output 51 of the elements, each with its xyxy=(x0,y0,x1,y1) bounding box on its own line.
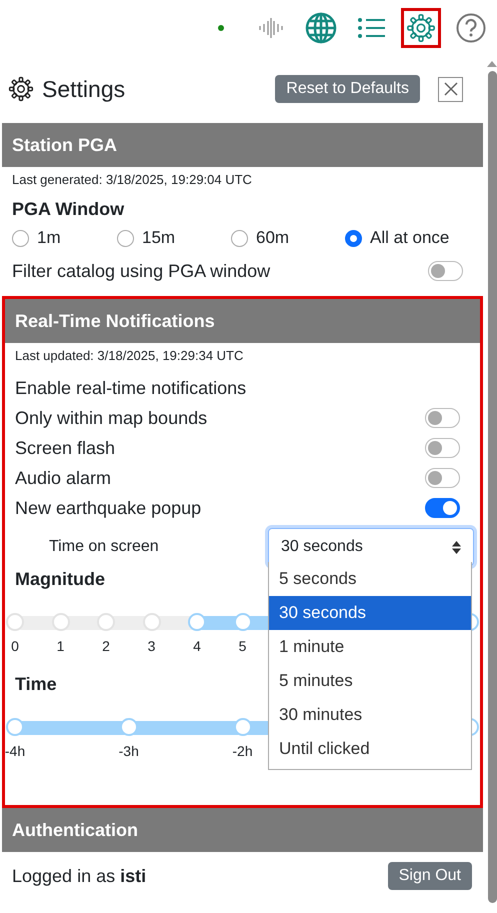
tick-label: 0 xyxy=(11,638,19,654)
sort-caret-icon xyxy=(452,540,461,554)
status-dot-icon xyxy=(218,24,224,30)
help-icon[interactable] xyxy=(456,12,486,42)
setting-label: Audio alarm xyxy=(15,468,112,488)
setting-label: Filter catalog using PGA window xyxy=(12,260,270,282)
settings-icon[interactable] xyxy=(406,12,436,42)
section-header: Authentication xyxy=(2,808,483,852)
setting-label: Enable real-time notifications xyxy=(15,378,246,398)
globe-icon[interactable] xyxy=(305,12,337,44)
time-on-screen-label: Time on screen xyxy=(49,538,159,556)
radio-option[interactable]: 1m xyxy=(12,228,117,248)
toggle-switch[interactable] xyxy=(425,498,460,518)
tick-label: -2h xyxy=(232,743,253,759)
toggle-switch[interactable] xyxy=(425,438,460,458)
last-updated-text: Last updated: 3/18/2025, 19:29:34 UTC xyxy=(14,347,244,363)
magnitude-label: Magnitude xyxy=(15,569,105,590)
setting-label: Only within map bounds xyxy=(15,408,208,428)
tick-label: 5 xyxy=(238,638,246,654)
reset-button[interactable]: Reset to Defaults xyxy=(275,75,420,103)
scrollbar-thumb[interactable] xyxy=(488,71,496,903)
radio-option[interactable]: 15m xyxy=(117,228,231,248)
radio-option[interactable]: 60m xyxy=(231,228,345,248)
sign-out-button[interactable]: Sign Out xyxy=(388,862,472,890)
tick-label: -3h xyxy=(118,743,139,759)
tick-label: 2 xyxy=(102,638,110,654)
dropdown-option[interactable]: 30 seconds xyxy=(269,596,471,630)
close-icon xyxy=(444,82,458,96)
list-icon[interactable] xyxy=(357,16,385,40)
logged-in-text: Logged in as isti xyxy=(12,866,146,886)
setting-label: Screen flash xyxy=(15,438,116,458)
toggle-switch[interactable] xyxy=(425,468,460,488)
tick-label: -4h xyxy=(4,743,26,759)
setting-label: New earthquake popup xyxy=(15,498,202,518)
close-button[interactable] xyxy=(438,76,463,102)
toggle-switch[interactable] xyxy=(425,408,460,428)
panel-title: Settings xyxy=(42,76,126,102)
scroll-up-icon[interactable] xyxy=(487,61,497,67)
tick-label: 4 xyxy=(193,638,201,654)
time-label: Time xyxy=(15,674,57,695)
radio-option[interactable]: All at once xyxy=(345,228,473,248)
section-header: Real-Time Notifications xyxy=(5,299,480,343)
pga-window-label: PGA Window xyxy=(12,199,124,220)
section-header: Station PGA xyxy=(2,123,483,167)
tick-label: 3 xyxy=(148,638,156,654)
tick-label: 1 xyxy=(56,638,64,654)
toggle-switch[interactable] xyxy=(428,261,463,281)
settings-icon xyxy=(8,76,34,102)
last-generated-text: Last generated: 3/18/2025, 19:29:04 UTC xyxy=(11,171,253,187)
time-select[interactable]: 30 seconds xyxy=(268,528,474,566)
waveform-icon[interactable] xyxy=(258,16,284,40)
